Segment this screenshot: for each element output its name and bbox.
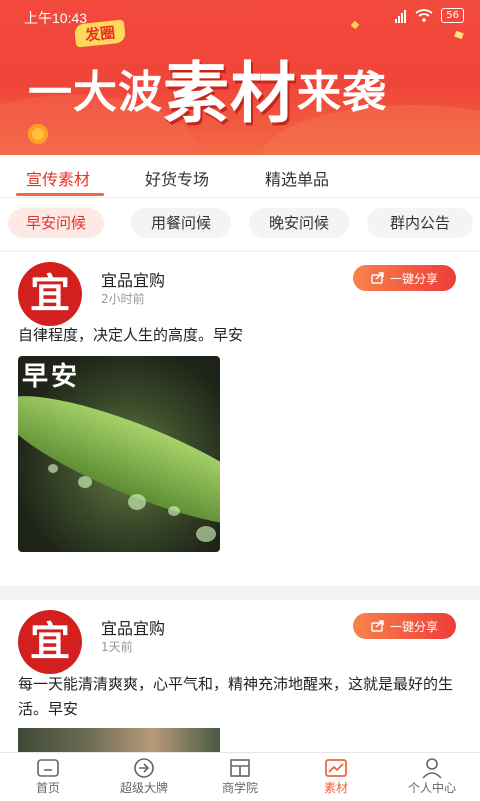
banner-title: 一大波素材来袭	[28, 55, 387, 132]
post-author: 宜品宜购	[101, 271, 166, 290]
wifi-icon	[415, 9, 433, 22]
post-image[interactable]	[18, 728, 220, 752]
status-time: 上午10:43	[24, 10, 88, 26]
post-image[interactable]: 早安	[18, 356, 220, 552]
post-author: 宜品宜购	[101, 619, 166, 638]
user-icon	[422, 758, 442, 779]
arrow-circle-icon	[134, 758, 154, 778]
category-tabs: 宣传素材 好货专场 精选单品	[0, 155, 480, 198]
nav-academy[interactable]: 商学院	[192, 757, 288, 796]
chip-night[interactable]: 晚安问候	[249, 208, 349, 238]
nav-label: 超级大牌	[119, 781, 168, 795]
image-caption: 早安	[22, 362, 81, 392]
post-time: 2小时前	[101, 292, 145, 306]
subcategory-chips: 早安问候 用餐问候 晚安问候 群内公告	[0, 198, 480, 250]
nav-materials[interactable]: 素材	[288, 757, 384, 796]
nav-brands[interactable]: 超级大牌	[96, 757, 192, 796]
post-text: 每一天能清清爽爽，心平气和，精神充沛地醒来，这就是最好的生活。早安	[18, 675, 454, 718]
tab-goods[interactable]: 好货专场	[145, 166, 209, 190]
academy-icon	[230, 759, 250, 777]
chip-notice[interactable]: 群内公告	[367, 208, 473, 238]
nav-home[interactable]: 首页	[0, 757, 96, 796]
post-card: 宜 宜品宜购 2小时前 一键分享 自律程度，决定人生的高度。早安 早安	[0, 252, 480, 586]
nav-profile[interactable]: 个人中心	[384, 757, 480, 796]
status-bar: 上午10:43 56	[0, 0, 480, 32]
share-label: 一键分享	[389, 271, 438, 286]
tab-promo[interactable]: 宣传素材	[26, 166, 90, 190]
post-card: 宜 宜品宜购 1天前 一键分享 每一天能清清爽爽，心平气和，精神充沛地醒来，这就…	[0, 600, 480, 752]
share-icon	[371, 272, 384, 284]
share-button[interactable]: 一键分享	[353, 613, 456, 639]
home-icon	[37, 759, 59, 777]
signal-icon	[395, 8, 407, 23]
nav-label: 首页	[35, 781, 60, 795]
nav-label: 商学院	[221, 781, 258, 795]
avatar[interactable]: 宜	[18, 262, 82, 326]
share-label: 一键分享	[389, 619, 438, 634]
tab-picks[interactable]: 精选单品	[265, 166, 329, 190]
tab-indicator	[16, 193, 104, 196]
post-text: 自律程度，决定人生的高度。早安	[18, 326, 244, 344]
battery-indicator: 56	[441, 8, 464, 23]
chip-meal[interactable]: 用餐问候	[131, 208, 231, 238]
bottom-nav: 首页 超级大牌 商学院 素材 个人中心	[0, 752, 480, 801]
post-time: 1天前	[101, 640, 133, 654]
share-icon	[371, 620, 384, 632]
nav-label: 个人中心	[407, 781, 456, 795]
share-button[interactable]: 一键分享	[353, 265, 456, 291]
nav-label: 素材	[323, 781, 348, 795]
chip-morning[interactable]: 早安问候	[8, 208, 104, 238]
avatar[interactable]: 宜	[18, 610, 82, 674]
chart-icon	[325, 759, 347, 777]
